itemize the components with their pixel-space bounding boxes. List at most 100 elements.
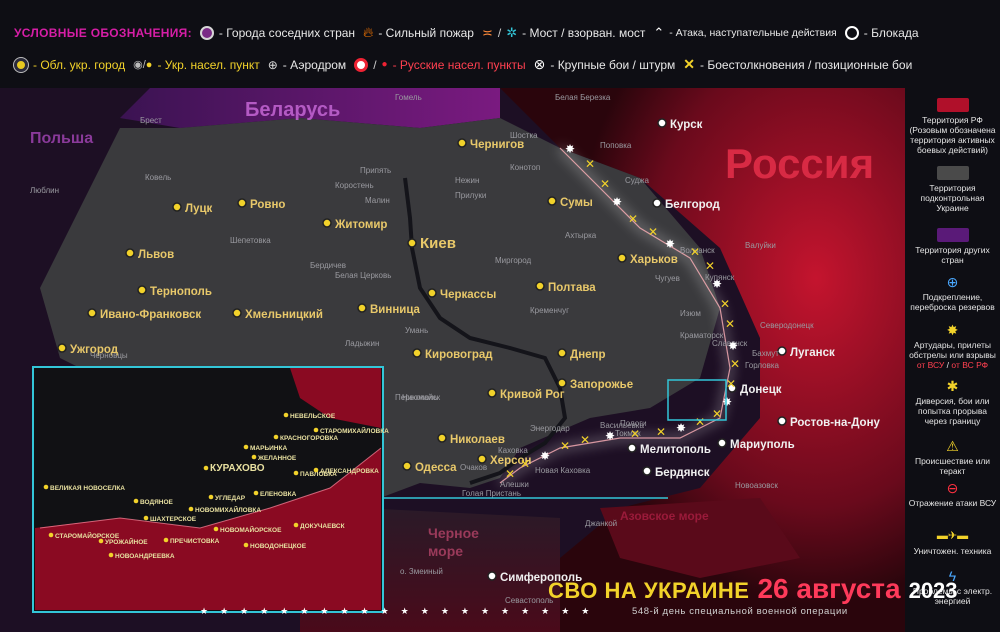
town-label: Белая Церковь [335, 271, 391, 280]
ua-swatch [936, 166, 969, 180]
town-label: Поповка [600, 141, 632, 150]
city-label: Запорожье [570, 379, 633, 391]
city-marker [407, 238, 417, 248]
inset-marker [283, 412, 289, 418]
assault-icon: ⊗ [533, 56, 546, 72]
town-label: Краматорск [680, 331, 724, 340]
label-azov: Азовское море [620, 509, 709, 523]
explosion-mark: ✸ [728, 339, 738, 353]
city-label: Тернополь [150, 286, 212, 298]
city-label: Винница [370, 304, 421, 316]
label-belarus: Беларусь [245, 99, 340, 121]
legend-oblast-city: - Обл. укр. город [14, 57, 125, 72]
clash-mark: ✕ [580, 433, 590, 447]
clash-mark: ✕ [585, 157, 595, 171]
inset-label: ВЕЛИКАЯ НОВОСЕЛКА [50, 485, 125, 492]
inset-label: ШАХТЕРСКОЕ [150, 516, 197, 523]
clash-mark: ✕ [720, 297, 730, 311]
town-label: Бахмут [752, 349, 779, 358]
town-label: Джанкой [585, 519, 617, 528]
inset-label: НОВОМАЙОРСКОЕ [220, 525, 282, 534]
city-marker [557, 348, 567, 358]
city-marker [652, 198, 662, 208]
blown-bridge-icon: ✲ [506, 24, 518, 40]
town-label: Кременчуг [530, 306, 569, 315]
city-marker [487, 388, 497, 398]
city-label: Белгород [665, 199, 721, 211]
city-label: Мелитополь [640, 444, 711, 456]
town-label: Первомайск [395, 393, 441, 402]
legend-label: - Аэродром [282, 57, 347, 72]
city-label: Киев [420, 235, 456, 252]
town-label: Ковель [145, 173, 171, 182]
legend-label: - Сильный пожар [378, 25, 474, 40]
legend-label: - Атака, наступательные действия [669, 26, 837, 39]
town-label: Прилуки [455, 191, 486, 200]
top-legend: УСЛОВНЫЕ ОБОЗНАЧЕНИЯ: - Города соседних … [0, 0, 1000, 88]
inset-label: УРОЖАЙНОЕ [105, 537, 148, 546]
city-label: Днепр [570, 349, 606, 361]
banner-title: СВО НА УКРАИНЕ [548, 578, 750, 603]
inset-label: ВОДЯНОЕ [140, 499, 174, 506]
town-label: Изюм [680, 309, 701, 318]
town-label: Шепетовка [230, 236, 271, 245]
bridge-icon: ≍ [481, 24, 493, 40]
inset-label: ЖЕЛАННОЕ [257, 455, 297, 462]
inset-marker [43, 484, 49, 490]
airfield-icon: ⊕ [267, 57, 278, 72]
clash-mark: ✕ [712, 407, 722, 421]
clash-mark: ✕ [630, 427, 640, 441]
town-label: Новая Каховка [535, 466, 591, 475]
legend-label: - Укр. насел. пункт [157, 57, 260, 72]
legend-repel: ⊖ Отражение атаки ВСУ [908, 480, 997, 508]
city-label: Луганск [790, 347, 835, 359]
inset-label: НОВОАНДРЕЕВКА [115, 553, 175, 560]
title-banner: СВО НА УКРАИНЕ 26 августа 2023 [548, 573, 958, 604]
inset-label: СТАРОМИХАЙЛОВКА [320, 426, 389, 435]
other-swatch [936, 228, 969, 242]
town-label: Северодонецк [760, 321, 814, 330]
inset-label: МАРЬИНКА [250, 445, 287, 452]
fire-icon: 🔥︎ [363, 24, 374, 40]
city-marker [437, 433, 447, 443]
city-marker [322, 218, 332, 228]
town-label: Малин [365, 196, 390, 205]
attack-icon: ⌃ [653, 24, 665, 40]
inset-marker [188, 506, 194, 512]
legend-label: - Боестолкновения / позиционные бои [700, 57, 913, 72]
town-label: Энергодар [530, 424, 570, 433]
inset-marker [108, 552, 114, 558]
city-marker [457, 138, 467, 148]
city-marker [412, 348, 422, 358]
city-label: Житомир [334, 219, 387, 231]
legend-title: УСЛОВНЫЕ ОБОЗНАЧЕНИЯ: [14, 25, 192, 40]
inset-label: КУРАХОВО [210, 463, 265, 474]
city-marker [402, 461, 412, 471]
legend-assault: ⊗ - Крупные бои / штурм [534, 56, 676, 73]
inset-marker [243, 444, 249, 450]
city-label: Бердянск [655, 467, 710, 479]
town-label: Каховка [498, 446, 528, 455]
town-label: Ахтырка [565, 231, 597, 240]
settlement-icon: ◉/● [133, 59, 153, 71]
rf-swatch [936, 98, 969, 112]
town-label: Гомель [395, 93, 422, 102]
inset-label: КРАСНОГОРОВКА [280, 435, 338, 442]
inset-label: ДОКУЧАЕВСК [300, 523, 345, 530]
inset-label: УГЛЕДАР [215, 495, 246, 502]
destroyed-vehicle-icon: ▬✈▬ [936, 530, 969, 542]
clash-mark: ✕ [560, 439, 570, 453]
inset-marker [243, 542, 249, 548]
star-row: ★★★★★★★★★★★★★★★★★★★★ [200, 606, 602, 616]
city-marker [557, 378, 567, 388]
neighbor-city-icon [199, 25, 214, 40]
city-marker [777, 416, 787, 426]
city-label: Ровно [250, 199, 285, 211]
city-marker [87, 308, 97, 318]
city-marker [172, 202, 182, 212]
town-label: Черновцы [90, 351, 128, 360]
explosion-mark: ✸ [605, 429, 615, 443]
legend-territory-rf: Территория РФ (Розовым обозначена террит… [907, 98, 998, 155]
town-label: Горловка [745, 361, 780, 370]
legend-label: - Мост / взорван. мост [522, 25, 646, 40]
